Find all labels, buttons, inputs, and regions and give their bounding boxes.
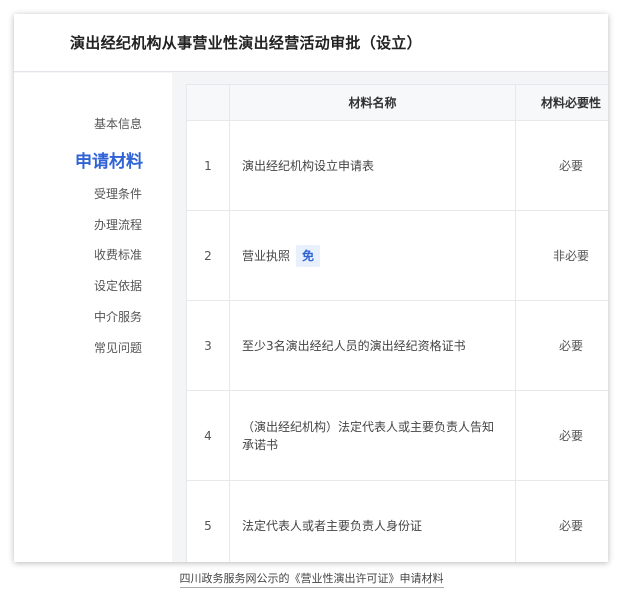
materials-table: 材料名称 材料必要性 1 演出经纪机构设立申请表 必要 2 营业执照免 非必要 … bbox=[186, 84, 608, 562]
table-header-row: 材料名称 材料必要性 bbox=[186, 84, 608, 121]
material-required: 必要 bbox=[515, 390, 608, 481]
row-index: 1 bbox=[186, 120, 230, 211]
material-required: 必要 bbox=[515, 300, 608, 391]
sidebar-item-application-materials[interactable]: 申请材料 bbox=[75, 147, 143, 172]
divider bbox=[172, 73, 186, 562]
material-name-text: 演出经纪机构设立申请表 bbox=[242, 158, 375, 173]
material-name: 演出经纪机构设立申请表 bbox=[229, 120, 516, 211]
service-card: 演出经纪机构从事营业性演出经营活动审批（设立） 基本信息 申请材料 受理条件 办… bbox=[14, 14, 608, 562]
caption-text: 四川政务服务网公示的《营业性演出许可证》申请材料 bbox=[179, 572, 444, 588]
table-row: 4 （演出经纪机构）法定代表人或主要负责人告知承诺书 必要 bbox=[186, 390, 608, 481]
material-name-text: 法定代表人或者主要负责人身份证 bbox=[242, 518, 423, 533]
row-index: 4 bbox=[186, 390, 230, 481]
sidebar-item-process[interactable]: 办理流程 bbox=[94, 216, 142, 233]
row-index: 2 bbox=[186, 210, 230, 301]
material-required: 必要 bbox=[515, 120, 608, 211]
sidebar-item-basic-info[interactable]: 基本信息 bbox=[94, 115, 142, 132]
material-name-text: 至少3名演出经纪人员的演出经纪资格证书 bbox=[242, 338, 466, 353]
material-name: 营业执照免 bbox=[229, 210, 516, 301]
sidebar-item-legal-basis[interactable]: 设定依据 bbox=[94, 277, 142, 294]
material-required: 必要 bbox=[515, 480, 608, 562]
sidebar-item-acceptance-conditions[interactable]: 受理条件 bbox=[94, 185, 142, 202]
material-name-text: （演出经纪机构）法定代表人或主要负责人告知承诺书 bbox=[242, 419, 495, 452]
table-row: 2 营业执照免 非必要 bbox=[186, 210, 608, 301]
header-material-name: 材料名称 bbox=[229, 84, 516, 121]
materials-table-container: 材料名称 材料必要性 1 演出经纪机构设立申请表 必要 2 营业执照免 非必要 … bbox=[186, 84, 608, 562]
row-index: 5 bbox=[186, 480, 230, 562]
row-index: 3 bbox=[186, 300, 230, 391]
material-required: 非必要 bbox=[515, 210, 608, 301]
exempt-badge: 免 bbox=[296, 244, 321, 267]
table-row: 5 法定代表人或者主要负责人身份证 必要 bbox=[186, 480, 608, 562]
sidebar-nav: 基本信息 申请材料 受理条件 办理流程 收费标准 设定依据 中介服务 常见问题 bbox=[14, 73, 172, 562]
sidebar-item-faq[interactable]: 常见问题 bbox=[94, 339, 142, 356]
sidebar-item-intermediary-services[interactable]: 中介服务 bbox=[94, 308, 142, 325]
image-caption: 四川政务服务网公示的《营业性演出许可证》申请材料 bbox=[0, 570, 623, 588]
header-required: 材料必要性 bbox=[515, 84, 608, 121]
material-name: （演出经纪机构）法定代表人或主要负责人告知承诺书 bbox=[229, 390, 516, 481]
material-name: 至少3名演出经纪人员的演出经纪资格证书 bbox=[229, 300, 516, 391]
header-index bbox=[186, 84, 230, 121]
page-title: 演出经纪机构从事营业性演出经营活动审批（设立） bbox=[14, 14, 608, 72]
table-row: 3 至少3名演出经纪人员的演出经纪资格证书 必要 bbox=[186, 300, 608, 391]
sidebar-item-fees[interactable]: 收费标准 bbox=[94, 246, 142, 263]
table-row: 1 演出经纪机构设立申请表 必要 bbox=[186, 120, 608, 211]
material-name-text: 营业执照 bbox=[242, 248, 291, 263]
material-name: 法定代表人或者主要负责人身份证 bbox=[229, 480, 516, 562]
